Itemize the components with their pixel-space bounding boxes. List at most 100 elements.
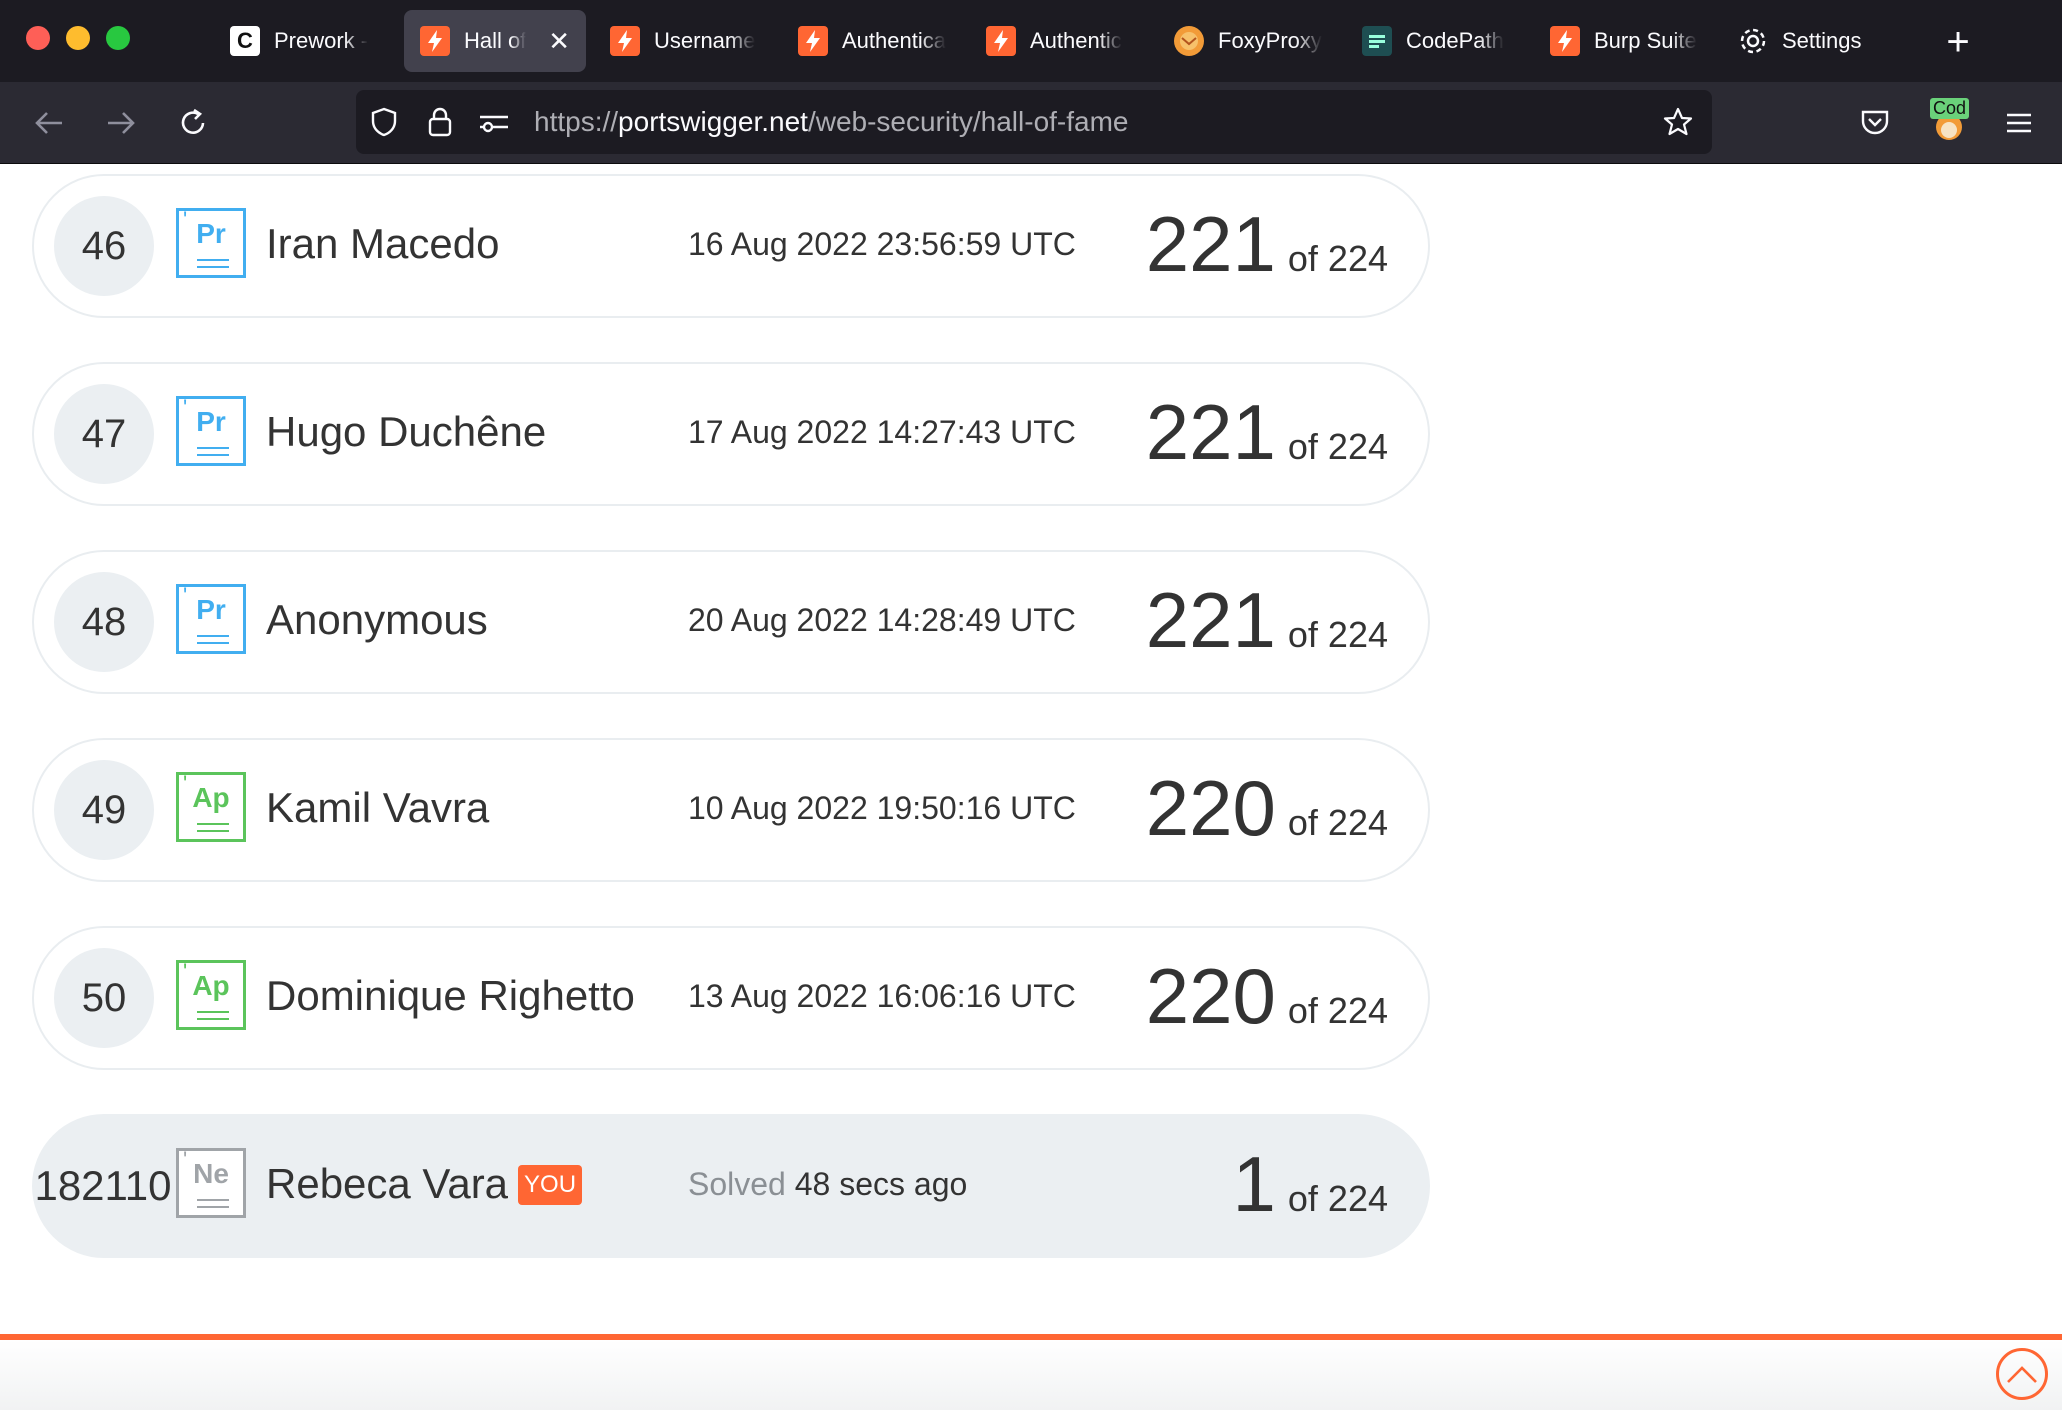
menu-button[interactable]	[1996, 100, 2042, 146]
level-badge-symbol: Ap	[192, 782, 230, 813]
solved-count: 221	[1145, 388, 1276, 476]
url-host: portswigger.net	[618, 106, 808, 137]
page-footer	[0, 1340, 2062, 1410]
leaderboard-row: 49 ' Ap Kamil Vavra 10 Aug 2022 19:50:16 …	[32, 738, 1430, 882]
completion-date: 13 Aug 2022 16:06:16 UTC	[688, 978, 1076, 1014]
leaderboard-row: 50 ' Ap Dominique Righetto 13 Aug 2022 16…	[32, 926, 1430, 1070]
browser-nav-bar: https://portswigger.net/web-security/hal…	[0, 82, 2062, 164]
solved-count: 220	[1145, 952, 1276, 1040]
user-name: Kamil Vavra	[266, 784, 490, 831]
scroll-to-top-button[interactable]	[1996, 1348, 2048, 1400]
portswigger-icon	[610, 26, 640, 56]
user-name: Hugo Duchêne	[266, 408, 547, 455]
forward-button[interactable]	[98, 100, 144, 146]
portswigger-icon	[798, 26, 828, 56]
leaderboard-row: 48 ' Pr Anonymous 20 Aug 2022 14:28:49 UT…	[32, 550, 1430, 694]
new-tab-button[interactable]: +	[1930, 14, 1986, 70]
leaderboard-row: 46 ' Pr Iran Macedo 16 Aug 2022 23:56:59 …	[32, 174, 1430, 318]
extension-button[interactable]: Cod	[1926, 98, 1972, 146]
of-label: of	[1287, 990, 1318, 1031]
close-tab-icon[interactable]: ✕	[548, 26, 570, 57]
address-bar[interactable]: https://portswigger.net/web-security/hal…	[356, 90, 1712, 154]
tab-codepath[interactable]: CodePath	[1346, 10, 1526, 72]
tab-label: Hall of	[464, 28, 527, 53]
user-name: Dominique Righetto	[266, 972, 635, 1019]
level-badge-icon: ' Ap	[176, 771, 246, 842]
tab-settings[interactable]: Settings	[1722, 10, 1902, 72]
of-label: of	[1287, 238, 1318, 279]
total-labs: 224	[1327, 614, 1388, 655]
you-tag: YOU	[518, 1165, 583, 1205]
tab-label: CodePath	[1406, 28, 1504, 53]
solved-prefix: Solved	[688, 1166, 786, 1202]
level-badge-symbol: Ne	[193, 1158, 229, 1189]
bookmark-star-icon[interactable]	[1662, 106, 1694, 138]
level-badge-symbol: Pr	[196, 406, 226, 437]
hall-of-fame-page: 46 ' Pr Iran Macedo 16 Aug 2022 23:56:59 …	[0, 164, 2062, 1410]
tab-label: Username	[654, 28, 756, 53]
reload-icon	[181, 108, 205, 134]
level-badge-icon: ' Pr	[176, 395, 246, 466]
level-badge-symbol: Ap	[192, 970, 230, 1001]
user-name: Anonymous	[266, 596, 488, 643]
level-badge-icon: ' Ne	[176, 1147, 246, 1218]
portswigger-icon	[420, 26, 450, 56]
total-labs: 224	[1327, 426, 1388, 467]
tab-foxyproxy[interactable]: FoxyProxy	[1158, 10, 1338, 72]
total-labs: 224	[1327, 1178, 1388, 1219]
completion-date: 10 Aug 2022 19:50:16 UTC	[688, 790, 1076, 826]
pocket-button[interactable]	[1852, 100, 1898, 146]
labs-solved: 220 of 224	[1146, 766, 1388, 850]
tab-label: Burp Suite	[1594, 28, 1697, 53]
solved-count: 221	[1145, 200, 1276, 288]
labs-solved: 1 of 224	[1232, 1142, 1388, 1226]
solved-ago: 48 secs ago	[794, 1166, 968, 1202]
tab-username[interactable]: Username	[594, 10, 774, 72]
gear-icon	[1738, 26, 1768, 56]
foxyproxy-icon	[1174, 26, 1204, 56]
of-label: of	[1287, 426, 1318, 467]
url-scheme: https://	[534, 106, 619, 137]
completion-date: 16 Aug 2022 23:56:59 UTC	[688, 226, 1076, 262]
of-label: of	[1287, 614, 1318, 655]
total-labs: 224	[1327, 802, 1388, 843]
portswigger-icon	[986, 26, 1016, 56]
total-labs: 224	[1327, 238, 1388, 279]
tab-label: Prework -	[274, 28, 369, 53]
leaderboard-row: 47 ' Pr Hugo Duchêne 17 Aug 2022 14:27:43…	[32, 362, 1430, 506]
rank-badge: 182110	[34, 1162, 172, 1209]
tab-hall-of-fame[interactable]: Hall of ✕	[404, 10, 586, 72]
user-name: Iran Macedo	[266, 220, 500, 267]
tab-label: Settings	[1782, 28, 1862, 53]
labs-solved: 221 of 224	[1146, 390, 1388, 474]
level-badge-symbol: Pr	[196, 218, 226, 249]
zoom-window-button[interactable]	[106, 26, 130, 50]
level-badge-symbol: Pr	[196, 594, 226, 625]
tab-authentication-1[interactable]: Authentica	[782, 10, 962, 72]
hamburger-menu-icon	[2007, 113, 2031, 133]
close-window-button[interactable]	[26, 26, 50, 50]
lock-icon[interactable]	[424, 106, 456, 138]
minimize-window-button[interactable]	[66, 26, 90, 50]
completion-date: 17 Aug 2022 14:27:43 UTC	[688, 414, 1076, 450]
tab-label: Authentic	[1030, 28, 1122, 53]
labs-solved: 220 of 224	[1146, 954, 1388, 1038]
url-path: /web-security/hall-of-fame	[807, 106, 1129, 137]
rank-badge: 50	[54, 948, 154, 1048]
labs-solved: 221 of 224	[1146, 578, 1388, 662]
rank-badge: 47	[54, 384, 154, 484]
tab-authentication-2[interactable]: Authentic	[970, 10, 1150, 72]
back-button[interactable]	[26, 100, 72, 146]
url-text[interactable]: https://portswigger.net/web-security/hal…	[534, 106, 1129, 138]
shield-icon[interactable]	[368, 106, 400, 138]
permissions-icon[interactable]	[478, 106, 510, 138]
rank-badge: 49	[54, 760, 154, 860]
of-label: of	[1287, 1178, 1318, 1219]
tab-burp-suite[interactable]: Burp Suite	[1534, 10, 1714, 72]
current-user-name: Rebeca Vara	[266, 1160, 509, 1207]
tab-prework[interactable]: C Prework -	[214, 10, 394, 72]
portswigger-icon	[1550, 26, 1580, 56]
solved-count: 1	[1232, 1140, 1276, 1228]
reload-button[interactable]	[170, 100, 216, 146]
tab-label: Authentica	[842, 28, 946, 53]
